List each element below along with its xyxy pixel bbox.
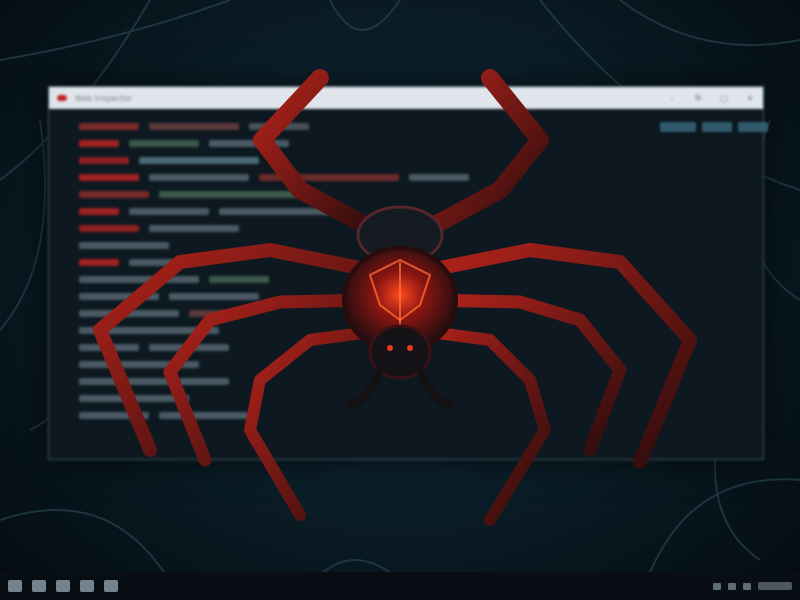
- code-line: [79, 395, 189, 402]
- toolbar-button[interactable]: [738, 122, 768, 132]
- app-icon: [57, 95, 67, 101]
- code-line: [159, 412, 249, 419]
- code-line: [149, 225, 239, 232]
- code-line: [129, 140, 199, 147]
- code-line: [149, 344, 229, 351]
- clock[interactable]: [758, 582, 792, 590]
- code-line: [129, 259, 199, 266]
- code-line: [159, 191, 319, 198]
- window-title: Web Inspector: [75, 93, 133, 103]
- code-line: [209, 276, 269, 283]
- code-line: [79, 310, 179, 317]
- code-line: [139, 157, 259, 164]
- code-line: [219, 208, 339, 215]
- minimize-button[interactable]: –: [667, 94, 677, 103]
- code-line: [149, 174, 249, 181]
- code-line: [79, 191, 149, 198]
- code-line: [179, 378, 229, 385]
- code-line: [79, 412, 149, 419]
- sound-icon[interactable]: [728, 582, 736, 590]
- window-titlebar[interactable]: Web Inspector – ⧉ ▢ ✕: [49, 87, 763, 109]
- taskbar: [0, 572, 800, 600]
- code-line: [79, 123, 139, 130]
- code-line: [79, 208, 119, 215]
- app-window: Web Inspector – ⧉ ▢ ✕: [48, 86, 764, 460]
- code-line: [79, 225, 139, 232]
- code-line: [79, 344, 139, 351]
- toolbar-button[interactable]: [702, 122, 732, 132]
- code-line: [129, 208, 209, 215]
- code-line: [79, 140, 119, 147]
- code-line: [259, 174, 399, 181]
- start-icon[interactable]: [8, 580, 22, 592]
- restore-button[interactable]: ⧉: [693, 93, 703, 103]
- code-line: [79, 276, 199, 283]
- code-line: [249, 123, 309, 130]
- code-line: [79, 327, 219, 334]
- code-line: [169, 293, 259, 300]
- wifi-icon[interactable]: [713, 582, 721, 590]
- code-line: [79, 174, 139, 181]
- code-line: [189, 310, 249, 317]
- code-line: [79, 361, 199, 368]
- maximize-button[interactable]: ▢: [719, 94, 729, 103]
- code-line: [79, 378, 169, 385]
- editor-toolbar: [660, 122, 768, 132]
- code-editor[interactable]: [49, 109, 763, 459]
- code-line: [409, 174, 469, 181]
- code-line: [79, 293, 159, 300]
- toolbar-button[interactable]: [660, 122, 696, 132]
- terminal-icon[interactable]: [104, 580, 118, 592]
- code-line: [79, 242, 169, 249]
- close-button[interactable]: ✕: [745, 94, 755, 103]
- mail-icon[interactable]: [80, 580, 94, 592]
- code-line: [209, 140, 289, 147]
- code-line: [79, 157, 129, 164]
- code-line: [149, 123, 239, 130]
- search-icon[interactable]: [32, 580, 46, 592]
- code-line: [79, 259, 119, 266]
- battery-icon[interactable]: [743, 582, 751, 590]
- explorer-icon[interactable]: [56, 580, 70, 592]
- system-tray: [713, 582, 792, 590]
